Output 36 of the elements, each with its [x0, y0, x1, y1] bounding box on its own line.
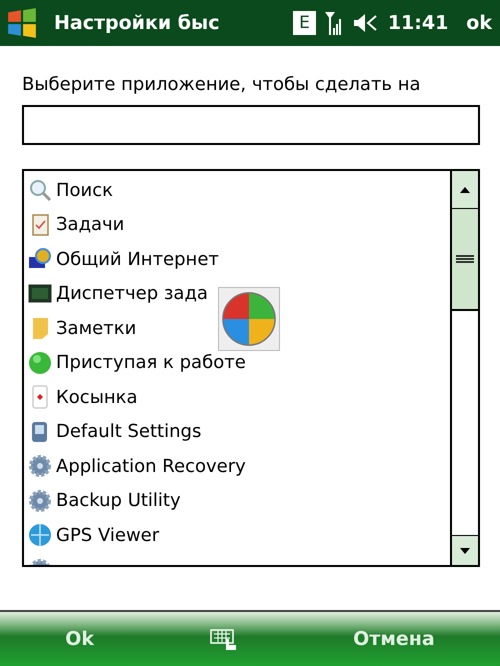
list-item[interactable]: Заметки [56, 318, 136, 339]
list-item[interactable]: Приступая к работе [56, 352, 246, 374]
window-title: Настройки быс [54, 12, 220, 34]
scroll-up-button[interactable] [452, 171, 478, 209]
list-item[interactable]: Default Settings [56, 421, 202, 442]
gear-icon [28, 488, 52, 513]
input-field[interactable] [22, 105, 480, 145]
up-triangle-icon [460, 186, 470, 192]
scroll-down-button[interactable] [452, 535, 478, 565]
ok-button[interactable]: ok [456, 12, 492, 34]
ok-softkey[interactable]: Ok [49, 624, 110, 654]
list-item[interactable]: Косынка [56, 386, 138, 408]
keyboard-hand-icon[interactable] [208, 627, 239, 651]
list-item[interactable]: Application Recovery [56, 456, 246, 477]
list-item[interactable]: Задачи [56, 214, 124, 236]
magnifier-icon [28, 178, 52, 202]
gear-icon [28, 454, 52, 478]
scroll-bar[interactable] [450, 171, 478, 565]
ball-icon [28, 350, 52, 375]
prompt-text: Выберите приложение, чтобы сделать на [22, 74, 422, 95]
muted-speaker-icon[interactable] [352, 12, 378, 34]
list-item[interactable]: Поиск [56, 180, 114, 201]
down-triangle-icon [460, 548, 470, 554]
list-item[interactable]: GPS Viewer [56, 524, 160, 546]
cancel-softkey[interactable]: Отмена [337, 624, 451, 654]
list-item[interactable]: Backup Utility [56, 490, 181, 512]
list-item[interactable]: Диспетчер зада [56, 283, 208, 304]
scroll-thumb[interactable] [452, 209, 478, 311]
list-item[interactable]: Общий Интернет [56, 248, 219, 270]
clock[interactable]: 11:41 [388, 12, 448, 34]
network-indicator: E [293, 11, 316, 35]
signal-icon[interactable] [324, 10, 344, 36]
drag-preview-icon [218, 287, 280, 351]
windows-flag-icon[interactable] [6, 7, 38, 39]
globe-icon [28, 523, 52, 548]
grip-icon [456, 255, 474, 263]
